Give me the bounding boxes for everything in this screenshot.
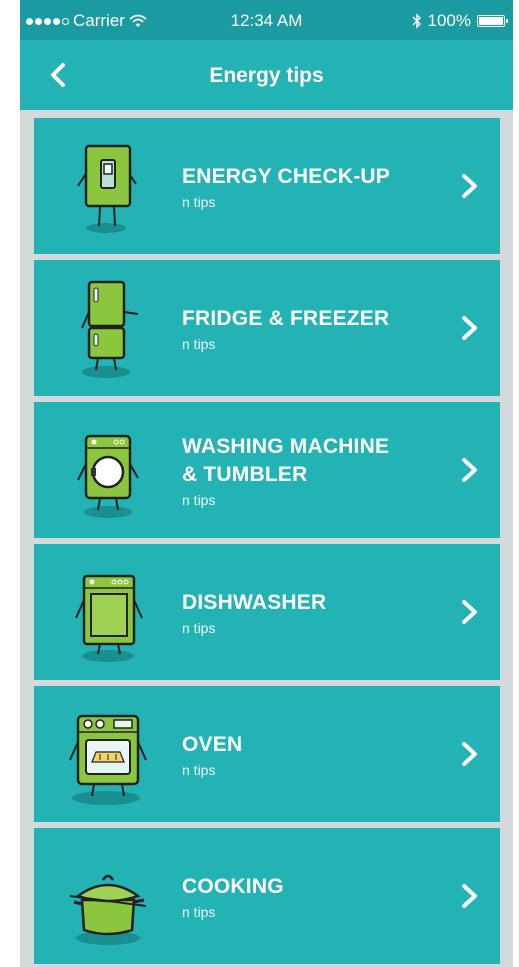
list-item-dishwasher[interactable]: DISHWASHER n tips xyxy=(34,544,500,680)
item-tip-count: n tips xyxy=(182,491,216,508)
list-item-fridge-freezer[interactable]: FRIDGE & FREEZER n tips xyxy=(34,260,500,396)
item-tip-count: n tips xyxy=(182,761,216,778)
battery-percent: 100% xyxy=(427,11,471,30)
dishwasher-icon xyxy=(75,574,143,662)
page-title: Energy tips xyxy=(209,64,324,87)
battery-icon xyxy=(477,15,508,27)
item-tip-count: n tips xyxy=(182,903,216,920)
fridge-icon xyxy=(81,280,139,378)
chevron-right-icon xyxy=(462,742,477,766)
item-title: OVEN xyxy=(182,732,243,756)
item-title: DISHWASHER xyxy=(182,590,327,614)
item-title: FRIDGE & FREEZER xyxy=(182,306,390,330)
item-tip-count: n tips xyxy=(182,335,216,352)
list-item-cooking[interactable]: COOKING n tips xyxy=(34,828,500,964)
battery-area: 100% xyxy=(412,11,508,31)
chevron-right-icon xyxy=(462,174,477,198)
tips-list: ENERGY CHECK-UP n tips FRIDGE & FREEZER xyxy=(34,118,500,967)
list-item-energy-check-up[interactable]: ENERGY CHECK-UP n tips xyxy=(34,118,500,254)
washing-machine-icon xyxy=(77,434,139,518)
item-title: WASHING MACHINE & TUMBLER xyxy=(182,434,390,486)
list-item-washing-machine[interactable]: WASHING MACHINE & TUMBLER n tips xyxy=(34,402,500,538)
list-item-oven[interactable]: OVEN n tips xyxy=(34,686,500,822)
cooking-pot-icon xyxy=(69,874,147,945)
phone-screen: Carrier 12:34 AM 100% Energy tips ENERGY… xyxy=(20,0,513,967)
status-bar: Carrier 12:34 AM 100% xyxy=(20,0,513,40)
chevron-right-icon xyxy=(462,458,477,482)
bluetooth-icon xyxy=(412,13,421,29)
light-switch-icon xyxy=(77,144,137,233)
chevron-right-icon xyxy=(462,316,477,340)
chevron-right-icon xyxy=(462,600,477,624)
nav-bar: Energy tips xyxy=(20,40,513,110)
item-tip-count: n tips xyxy=(182,619,216,636)
item-tip-count: n tips xyxy=(182,193,216,210)
item-title: COOKING xyxy=(182,874,284,898)
item-title: ENERGY CHECK-UP xyxy=(182,164,390,188)
oven-icon xyxy=(69,714,147,805)
chevron-right-icon xyxy=(462,884,477,908)
